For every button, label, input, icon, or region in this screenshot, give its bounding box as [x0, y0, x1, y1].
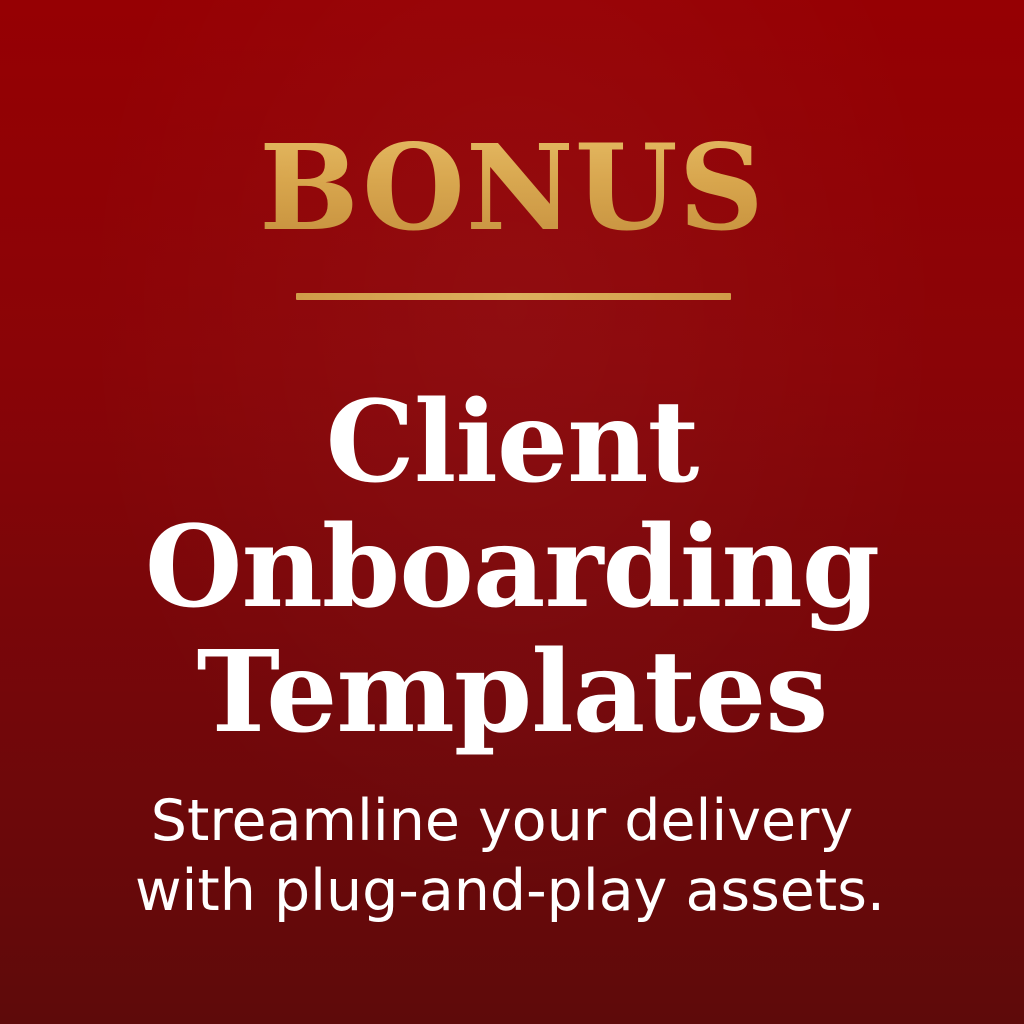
title-line-2: Onboarding	[144, 502, 880, 633]
subtitle-line-1: Streamline your delivery	[150, 788, 854, 854]
bonus-heading: BONUS	[0, 118, 1024, 258]
subtitle-line-2: with plug-and-play assets.	[134, 858, 886, 924]
title-line-1: Client	[325, 377, 700, 508]
bonus-card: BONUS Client Onboarding Templates Stream…	[0, 0, 1024, 1024]
gold-divider	[296, 293, 731, 300]
title-line-3: Templates	[196, 627, 829, 758]
